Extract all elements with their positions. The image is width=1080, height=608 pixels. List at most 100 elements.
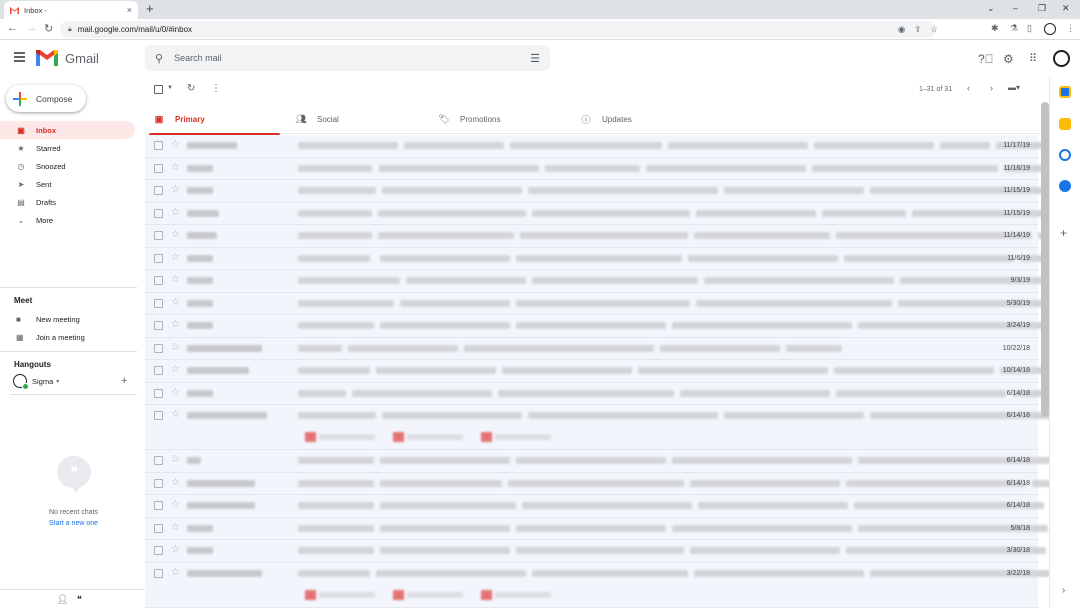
reload-icon[interactable]: ↻ [44, 22, 53, 35]
settings-gear-icon[interactable]: ⚙ [1003, 52, 1014, 66]
attachment-chip[interactable] [481, 589, 561, 600]
row-checkbox[interactable] [154, 208, 163, 218]
mail-row[interactable]: ☆ 6/14/18 [145, 382, 1080, 405]
mail-row[interactable]: ☆ 5/8/18 [145, 517, 1080, 540]
show-side-panel-icon[interactable]: › [1062, 585, 1065, 596]
browser-tab[interactable]: Inbox - × [4, 1, 138, 19]
row-checkbox[interactable] [154, 478, 163, 488]
star-toggle-icon[interactable]: ☆ [171, 342, 180, 354]
star-toggle-icon[interactable]: ☆ [171, 477, 180, 489]
sidebar-item-drafts[interactable]: ▤ Drafts [0, 193, 135, 211]
tab-promotions[interactable]: 🏷︎ Promotions [430, 104, 565, 134]
row-checkbox[interactable] [154, 321, 163, 330]
star-toggle-icon[interactable]: ☆ [171, 499, 180, 511]
star-toggle-icon[interactable]: ☆ [171, 184, 180, 196]
row-checkbox[interactable] [154, 163, 163, 173]
start-new-chat-link[interactable]: Start a new one [0, 520, 147, 527]
mail-row[interactable]: ☆ 3/22/18 [145, 562, 1080, 608]
mail-row[interactable]: ☆ 6/14/18 [145, 405, 1080, 450]
mail-row[interactable]: ☆ 3/24/19 [145, 315, 1080, 338]
star-toggle-icon[interactable]: ☆ [171, 162, 180, 174]
contacts-icon[interactable] [1059, 180, 1071, 192]
star-toggle-icon[interactable]: ☆ [171, 274, 180, 286]
account-avatar[interactable] [1053, 50, 1070, 67]
mail-row[interactable]: ☆ 9/3/19 [145, 270, 1080, 293]
search-options-icon[interactable]: ☰ [530, 52, 540, 65]
row-checkbox[interactable] [154, 501, 163, 510]
mail-row[interactable]: ☆ 10/22/18 [145, 337, 1038, 360]
mail-row[interactable]: ☆ 11/6/19 [145, 247, 1080, 270]
puzzle-icon[interactable]: ✱ [991, 23, 999, 34]
mail-row[interactable]: ☆ 11/15/19 [145, 180, 1080, 203]
mail-row[interactable]: ☆ 11/16/19 [145, 157, 1080, 180]
search-icon[interactable]: ⚲ [155, 52, 163, 65]
mail-row[interactable]: ☆ 6/14/18 [145, 450, 1080, 473]
row-checkbox[interactable] [154, 141, 163, 150]
search-bar[interactable]: ⚲ Search mail ☰ [145, 45, 550, 71]
gmail-wordmark[interactable]: Gmail [65, 51, 99, 66]
row-checkbox[interactable] [154, 456, 163, 465]
star-toggle-icon[interactable]: ☆ [171, 229, 180, 241]
get-addons-plus-icon[interactable]: + [1060, 226, 1067, 240]
share-icon[interactable]: ⇪ [914, 24, 921, 35]
calendar-icon[interactable] [1059, 86, 1071, 98]
help-icon[interactable]: ?⃝ [978, 52, 994, 66]
mail-row[interactable]: ☆ 6/14/18 [145, 472, 1080, 495]
hangouts-user[interactable]: Sigma ▾ [13, 374, 59, 390]
star-toggle-icon[interactable]: ☆ [171, 319, 180, 331]
row-checkbox[interactable] [154, 388, 163, 398]
attachment-chip[interactable] [305, 589, 385, 600]
forward-icon[interactable]: → [26, 22, 37, 34]
newer-page-icon[interactable]: ‹ [967, 83, 970, 93]
row-checkbox[interactable] [154, 523, 163, 533]
star-toggle-icon[interactable]: ☆ [171, 387, 180, 399]
star-toggle-icon[interactable]: ☆ [171, 252, 180, 264]
row-checkbox[interactable] [154, 231, 163, 240]
close-window-button[interactable]: ✕ [1062, 3, 1070, 14]
star-toggle-icon[interactable]: ☆ [171, 567, 180, 579]
main-menu-icon[interactable] [14, 52, 25, 64]
select-all-checkbox[interactable] [154, 85, 163, 94]
mail-row[interactable]: ☆ 6/14/18 [145, 495, 1080, 518]
sidebar-item-sent[interactable]: ➤ Sent [0, 175, 135, 193]
row-checkbox[interactable] [154, 546, 163, 555]
mail-list-scrollbar[interactable] [1041, 102, 1049, 417]
keep-icon[interactable] [1059, 118, 1071, 130]
join-meeting-button[interactable]: ▦ Join a meeting [16, 333, 85, 342]
close-tab-icon[interactable]: × [127, 5, 132, 15]
sidebar-item-inbox[interactable]: ▣ Inbox [0, 121, 135, 139]
sidebar-item-more[interactable]: ⌄ More [0, 211, 135, 229]
star-toggle-icon[interactable]: ☆ [171, 297, 180, 309]
row-checkbox[interactable] [154, 366, 163, 375]
attachment-chip[interactable] [393, 589, 473, 600]
row-checkbox[interactable] [154, 276, 163, 285]
mail-row[interactable]: ☆ 11/15/19 [145, 202, 1080, 225]
new-tab-button[interactable]: + [146, 2, 154, 16]
flask-icon[interactable]: ⚗︎ [1010, 23, 1018, 34]
star-toggle-icon[interactable]: ☆ [171, 364, 180, 376]
mail-row[interactable]: ☆ 11/17/19 [145, 135, 1080, 158]
minimize-button[interactable]: – [1013, 3, 1018, 13]
refresh-icon[interactable]: ↻ [187, 83, 195, 94]
side-panel-icon[interactable]: ▯ [1027, 23, 1032, 34]
bookmark-star-icon[interactable]: ☆ [930, 24, 938, 35]
hangouts-chat-icon[interactable]: ❝ [77, 594, 82, 605]
compose-button[interactable]: Compose [6, 85, 86, 112]
row-checkbox[interactable] [154, 186, 163, 195]
star-toggle-icon[interactable]: ☆ [171, 139, 180, 151]
back-icon[interactable]: ← [7, 22, 18, 34]
select-caret-icon[interactable]: ▼ [167, 85, 173, 91]
tab-search-icon[interactable]: ⌄ [987, 3, 995, 14]
attachment-chip[interactable] [481, 432, 561, 442]
sidebar-item-snoozed[interactable]: ◷ Snoozed [0, 157, 135, 175]
tab-updates[interactable]: ⓘ Updates [572, 104, 707, 134]
row-checkbox[interactable] [154, 568, 163, 578]
row-checkbox[interactable] [154, 298, 163, 308]
hangouts-user-caret-icon[interactable]: ▾ [56, 378, 59, 385]
mail-row[interactable]: ☆ 5/30/19 [145, 292, 1080, 315]
search-input[interactable]: Search mail [174, 53, 530, 63]
sidebar-item-starred[interactable]: ★ Starred [0, 139, 135, 157]
new-meeting-button[interactable]: ■ New meeting [16, 315, 80, 324]
input-tools-icon[interactable]: ▬▾ [1008, 83, 1020, 92]
star-toggle-icon[interactable]: ☆ [171, 544, 180, 556]
